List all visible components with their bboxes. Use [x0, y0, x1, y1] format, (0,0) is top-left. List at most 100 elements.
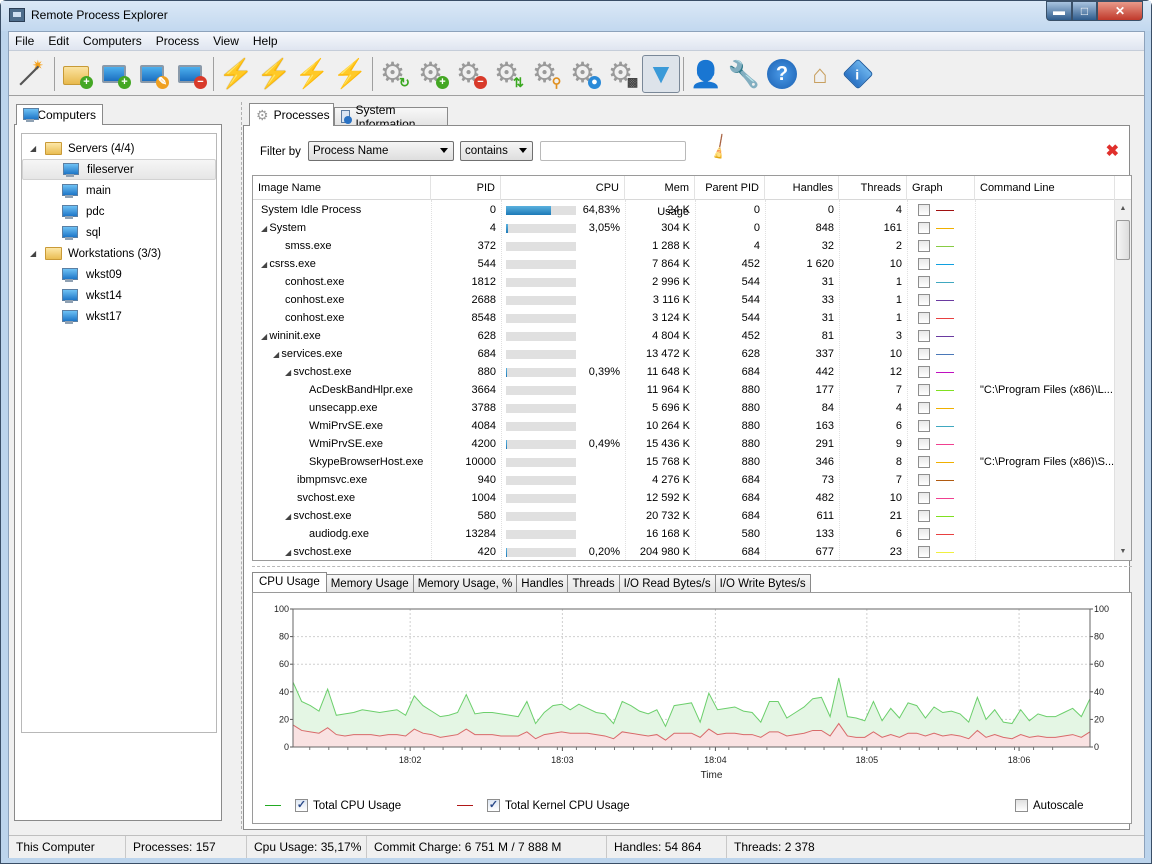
clear-filter-broom-icon[interactable]: 🧹 — [705, 133, 735, 163]
tree-computer-item[interactable]: wkst17 — [22, 306, 216, 327]
info-button[interactable]: i — [839, 55, 877, 93]
maximize-button[interactable]: □ — [1072, 1, 1097, 21]
scrollbar-thumb[interactable] — [1116, 220, 1130, 260]
menu-help[interactable]: Help — [246, 32, 285, 51]
table-row[interactable]: ◢ services.exe 684 13 472 K 628 337 10 — [253, 345, 1115, 363]
tree-computer-item[interactable]: pdc — [22, 201, 216, 222]
menu-file[interactable]: File — [9, 32, 41, 51]
tab-processes[interactable]: ⚙ Processes — [249, 103, 334, 126]
table-row[interactable]: WmiPrvSE.exe 4084 10 264 K 880 163 6 — [253, 417, 1115, 435]
tab-system-information[interactable]: System Information — [334, 103, 448, 131]
graph-checkbox[interactable] — [918, 222, 930, 234]
chart-tab-i-o-write-bytes-s[interactable]: I/O Write Bytes/s — [715, 574, 811, 593]
table-row[interactable]: ◢ svchost.exe 420 0,20% 204 980 K 684 677 23 — [253, 543, 1115, 560]
table-row[interactable]: ◢ csrss.exe 544 7 864 K 452 1 620 10 — [253, 255, 1115, 273]
column-header-graph[interactable]: Graph — [907, 176, 975, 200]
graph-checkbox[interactable] — [918, 276, 930, 288]
graph-checkbox[interactable] — [918, 456, 930, 468]
filter-value-input[interactable] — [540, 141, 686, 161]
close-button[interactable]: ✕ — [1097, 1, 1143, 21]
table-row[interactable]: ibmpmsvc.exe 940 4 276 K 684 73 7 — [253, 471, 1115, 489]
new-process-button[interactable]: ⚙ + — [414, 55, 452, 93]
set-priority-button[interactable]: ⚙ ⇅ — [490, 55, 528, 93]
graph-checkbox[interactable] — [918, 528, 930, 540]
table-row[interactable]: audiodg.exe 13284 16 168 K 580 133 6 — [253, 525, 1115, 543]
table-row[interactable]: ◢ System 4 3,05% 304 K 0 848 161 — [253, 219, 1115, 237]
graph-checkbox[interactable] — [918, 420, 930, 432]
column-header-handles[interactable]: Handles — [765, 176, 839, 200]
wizard-button[interactable]: ❘ ✷ — [13, 55, 51, 93]
filter-field-select[interactable]: Process Name — [308, 141, 454, 161]
table-row[interactable]: conhost.exe 2688 3 116 K 544 33 1 — [253, 291, 1115, 309]
graph-checkbox[interactable] — [918, 366, 930, 378]
table-row[interactable]: conhost.exe 1812 2 996 K 544 31 1 — [253, 273, 1115, 291]
add-computer-button[interactable]: + — [96, 55, 134, 93]
column-header-pid[interactable]: PID — [431, 176, 501, 200]
table-row[interactable]: svchost.exe 1004 12 592 K 684 482 10 — [253, 489, 1115, 507]
chart-tab-threads[interactable]: Threads — [568, 574, 620, 593]
column-header-cpu[interactable]: CPU — [501, 176, 625, 200]
filter-operator-select[interactable]: contains — [460, 141, 533, 161]
edit-computer-button[interactable]: ✎ — [134, 55, 172, 93]
table-row[interactable]: ◢ svchost.exe 580 20 732 K 684 611 21 — [253, 507, 1115, 525]
chart-tab-cpu-usage[interactable]: CPU Usage — [252, 572, 327, 593]
graph-checkbox[interactable] — [918, 348, 930, 360]
table-chart-splitter[interactable] — [252, 566, 1132, 567]
table-row[interactable]: SkypeBrowserHost.exe 10000 15 768 K 880 346 8… — [253, 453, 1115, 471]
graph-checkbox[interactable] — [918, 312, 930, 324]
home-button[interactable]: ⌂ — [801, 55, 839, 93]
expand-triangle-icon[interactable]: ◢ — [30, 249, 38, 258]
graph-checkbox[interactable] — [918, 402, 930, 414]
table-row[interactable]: AcDeskBandHlpr.exe 3664 11 964 K 880 177 7 "C:… — [253, 381, 1115, 399]
table-row[interactable]: System Idle Process 0 64,83% 24 K 0 0 4 — [253, 201, 1115, 219]
expand-triangle-icon[interactable]: ◢ — [30, 144, 38, 153]
graph-checkbox[interactable] — [918, 492, 930, 504]
menu-process[interactable]: Process — [149, 32, 206, 51]
disconnect-button[interactable]: ⚡ — [331, 55, 369, 93]
search-online-button[interactable]: ⚙ ● — [566, 55, 604, 93]
scroll-up-arrow-icon[interactable]: ▲ — [1117, 202, 1129, 216]
graph-checkbox[interactable] — [918, 204, 930, 216]
remove-computer-button[interactable]: − — [172, 55, 210, 93]
tree-computer-item[interactable]: wkst14 — [22, 285, 216, 306]
menu-computers[interactable]: Computers — [76, 32, 149, 51]
graph-checkbox[interactable] — [918, 330, 930, 342]
graph-checkbox[interactable] — [918, 258, 930, 270]
chart-tab-memory-usage[interactable]: Memory Usage, % — [413, 574, 518, 593]
tree-folder[interactable]: ◢ Workstations (3/3) — [22, 243, 216, 264]
menu-edit[interactable]: Edit — [41, 32, 76, 51]
help-button[interactable]: ? — [763, 55, 801, 93]
menu-view[interactable]: View — [206, 32, 246, 51]
minimize-button[interactable]: ▬ — [1046, 1, 1072, 21]
search-process-button[interactable]: ⚙ ⚲ — [528, 55, 566, 93]
scroll-down-arrow-icon[interactable]: ▼ — [1117, 545, 1129, 559]
table-row[interactable]: WmiPrvSE.exe 4200 0,49% 15 436 K 880 291 9 — [253, 435, 1115, 453]
table-row[interactable]: smss.exe 372 1 288 K 4 32 2 — [253, 237, 1115, 255]
tree-computer-item[interactable]: fileserver — [22, 159, 216, 180]
kernel-cpu-checkbox[interactable]: ✓ — [487, 799, 500, 812]
total-cpu-checkbox[interactable]: ✓ — [295, 799, 308, 812]
chart-tab-i-o-read-bytes-s[interactable]: I/O Read Bytes/s — [619, 574, 716, 593]
column-header-command-line[interactable]: Command Line — [975, 176, 1115, 200]
add-folder-button[interactable]: + — [58, 55, 96, 93]
filter-button[interactable]: ▼ — [642, 54, 680, 93]
chart-tab-handles[interactable]: Handles — [517, 574, 569, 593]
process-properties-button[interactable]: ⚙ ▩ — [604, 55, 642, 93]
tab-computers[interactable]: Computers — [16, 104, 103, 125]
refresh-process-button[interactable]: ⚙ ↻ — [376, 55, 414, 93]
tree-computer-item[interactable]: wkst09 — [22, 264, 216, 285]
reconnect-button[interactable]: ⚡ — [293, 55, 331, 93]
table-row[interactable]: ◢ wininit.exe 628 4 804 K 452 81 3 — [253, 327, 1115, 345]
settings-button[interactable]: 🔧 — [725, 55, 763, 93]
graph-checkbox[interactable] — [918, 384, 930, 396]
graph-checkbox[interactable] — [918, 240, 930, 252]
graph-checkbox[interactable] — [918, 510, 930, 522]
table-vertical-scrollbar[interactable]: ▲ ▼ — [1114, 200, 1131, 560]
graph-checkbox[interactable] — [918, 546, 930, 558]
user-credentials-button[interactable]: 👤 — [687, 55, 725, 93]
chart-tab-memory-usage[interactable]: Memory Usage — [326, 574, 414, 593]
column-header-threads[interactable]: Threads — [839, 176, 907, 200]
autoscale-checkbox[interactable] — [1015, 799, 1028, 812]
graph-checkbox[interactable] — [918, 474, 930, 486]
column-header-image-name[interactable]: Image Name — [253, 176, 431, 200]
